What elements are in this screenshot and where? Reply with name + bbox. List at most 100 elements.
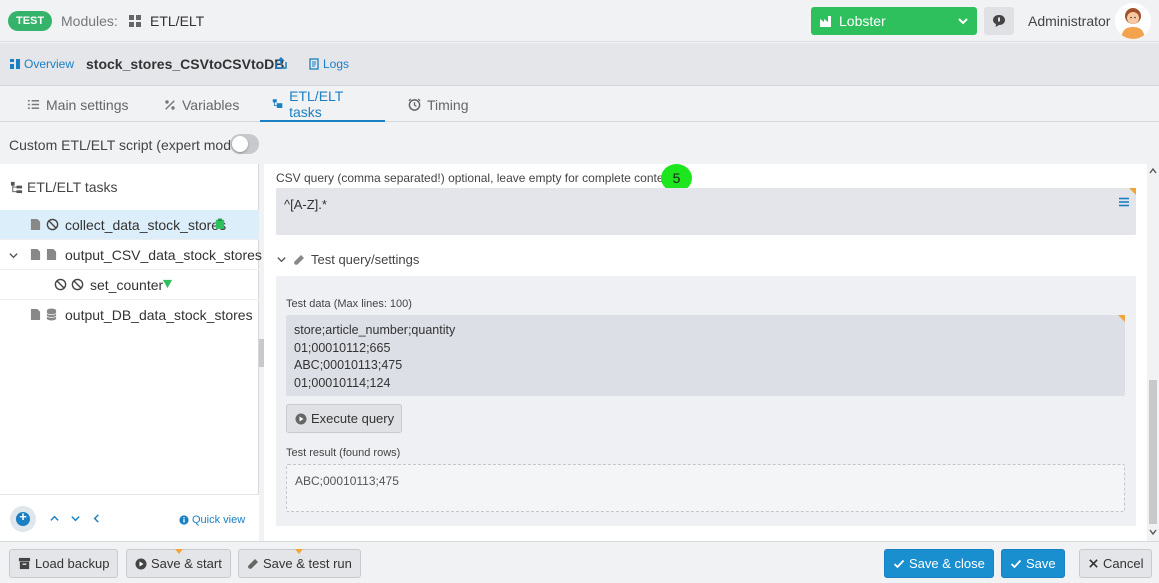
- custom-script-label: Custom ETL/ELT script (expert mode): [9, 137, 244, 153]
- bottom-action-bar: Load backup Save & start Save & test run…: [0, 541, 1159, 583]
- scrollbar-thumb[interactable]: [1149, 380, 1157, 524]
- quick-view-label: Quick view: [192, 514, 246, 526]
- menu-icon[interactable]: [1118, 196, 1130, 208]
- clock-icon: [408, 98, 421, 111]
- test-result-label: Test result (found rows): [286, 447, 401, 459]
- test-data-input[interactable]: store;article_number;quantity 01;0001011…: [286, 315, 1125, 396]
- modules-icon: [129, 15, 141, 27]
- modules-value[interactable]: ETL/ELT: [150, 13, 204, 29]
- test-tube-icon: [248, 558, 258, 569]
- file-icon: [46, 249, 57, 260]
- save-test-run-label: Save & test run: [263, 556, 352, 571]
- job-title: stock_stores_CSVtoCSVtoDB: [86, 56, 285, 72]
- save-close-button[interactable]: Save & close: [884, 549, 994, 578]
- export-icon[interactable]: [274, 56, 288, 70]
- database-icon: [46, 308, 57, 321]
- file-icon: [30, 309, 41, 320]
- tasks-icon: [272, 98, 283, 108]
- tree-item-output-csv[interactable]: output_CSV_data_stock_stores: [0, 240, 262, 270]
- top-bar: TEST Modules: ETL/ELT Lobster Administra…: [0, 0, 1159, 42]
- tab-main-settings[interactable]: Main settings: [15, 87, 140, 122]
- execute-query-label: Execute query: [311, 411, 395, 426]
- profile-select-value: Lobster: [839, 13, 886, 29]
- scroll-down-icon[interactable]: [1149, 528, 1157, 536]
- test-data-line: store;article_number;quantity: [294, 323, 456, 337]
- archive-icon: [18, 557, 31, 570]
- play-icon: [295, 413, 307, 425]
- overview-label: Overview: [24, 57, 75, 71]
- csv-query-label: CSV query (comma separated!) optional, l…: [276, 171, 674, 185]
- chevron-down-icon[interactable]: [70, 513, 81, 524]
- tree-item-set-counter[interactable]: set_counter: [0, 270, 259, 300]
- logs-icon: [309, 58, 319, 70]
- load-backup-button[interactable]: Load backup: [9, 549, 119, 578]
- logs-link[interactable]: Logs: [308, 57, 349, 71]
- test-data-label: Test data (Max lines: 100): [286, 298, 412, 310]
- test-data-line: 01;00010112;665: [294, 341, 391, 355]
- edit-marker: [175, 549, 183, 554]
- save-start-button[interactable]: Save & start: [126, 549, 231, 578]
- file-icon: [30, 219, 41, 230]
- list-icon: [27, 100, 40, 109]
- tree-icon: [10, 181, 23, 193]
- clipboard-icon: [215, 218, 225, 229]
- test-data-line: 01;00010114;124: [294, 376, 391, 390]
- info-icon: [179, 515, 189, 525]
- test-section-label: Test query/settings: [311, 252, 420, 267]
- csv-query-input[interactable]: ^[A-Z].*: [276, 188, 1136, 235]
- save-button[interactable]: Save: [1001, 549, 1065, 578]
- scroll-up-icon[interactable]: [1149, 167, 1157, 175]
- tree-item-label: collect_data_stock_stores: [65, 217, 227, 233]
- profile-select[interactable]: Lobster: [811, 7, 977, 35]
- chevron-down-icon: [277, 257, 286, 263]
- chevron-down-icon[interactable]: [8, 250, 19, 261]
- tab-etl-tasks[interactable]: ETL/ELT tasks: [260, 87, 385, 122]
- chevron-up-icon[interactable]: [49, 513, 60, 524]
- file-icon: [30, 249, 41, 260]
- check-icon: [893, 559, 905, 568]
- chevron-left-icon[interactable]: [91, 513, 102, 524]
- custom-script-row: Custom ETL/ELT script (expert mode): [0, 123, 1159, 163]
- tab-timing-label: Timing: [427, 96, 469, 113]
- tab-variables[interactable]: Variables: [152, 87, 251, 122]
- save-test-run-button[interactable]: Save & test run: [238, 549, 361, 578]
- tree-item-output-db[interactable]: output_DB_data_stock_stores: [0, 300, 259, 330]
- tab-timing[interactable]: Timing: [396, 87, 481, 122]
- disabled-icon: [46, 218, 59, 231]
- csv-query-value: ^[A-Z].*: [284, 197, 327, 212]
- execute-query-button[interactable]: Execute query: [286, 404, 402, 433]
- test-section: Test data (Max lines: 100) store;article…: [276, 276, 1136, 526]
- disabled-icon: [54, 278, 67, 291]
- save-label: Save: [1026, 556, 1056, 571]
- user-avatar-icon: [1115, 3, 1151, 39]
- test-result-output: ABC;00010113;475: [286, 464, 1125, 512]
- avatar[interactable]: [1115, 3, 1151, 39]
- factory-icon: [820, 16, 831, 27]
- chevron-down-icon: [958, 18, 968, 25]
- tab-variables-label: Variables: [182, 96, 240, 113]
- task-detail-panel: CSV query (comma separated!) optional, l…: [264, 164, 1147, 541]
- quick-view-link[interactable]: Quick view: [179, 514, 245, 526]
- tree-item-collect-data[interactable]: collect_data_stock_stores: [0, 210, 259, 240]
- custom-script-toggle[interactable]: [230, 134, 259, 154]
- cancel-label: Cancel: [1103, 556, 1144, 571]
- overview-icon: [10, 59, 20, 69]
- edit-marker: [295, 549, 303, 554]
- filter-icon: [162, 279, 173, 289]
- tab-main-settings-label: Main settings: [46, 96, 129, 113]
- tab-etl-tasks-label: ETL/ELT tasks: [289, 87, 344, 120]
- chat-button[interactable]: [984, 7, 1014, 35]
- test-section-toggle[interactable]: Test query/settings: [276, 252, 419, 267]
- overview-link[interactable]: Overview: [9, 57, 74, 71]
- tree-header-label: ETL/ELT tasks: [27, 179, 118, 195]
- chat-icon: [993, 15, 1005, 27]
- user-name[interactable]: Administrator: [1028, 13, 1110, 29]
- save-close-label: Save & close: [909, 556, 985, 571]
- add-task-button[interactable]: [10, 506, 36, 532]
- job-header: Overview stock_stores_CSVtoCSVtoDB Logs: [0, 43, 1159, 86]
- load-backup-label: Load backup: [35, 556, 110, 571]
- cancel-button[interactable]: Cancel: [1079, 549, 1153, 578]
- edit-corner-marker: [1118, 315, 1125, 322]
- detail-scrollbar[interactable]: [1147, 164, 1159, 541]
- save-start-label: Save & start: [151, 556, 222, 571]
